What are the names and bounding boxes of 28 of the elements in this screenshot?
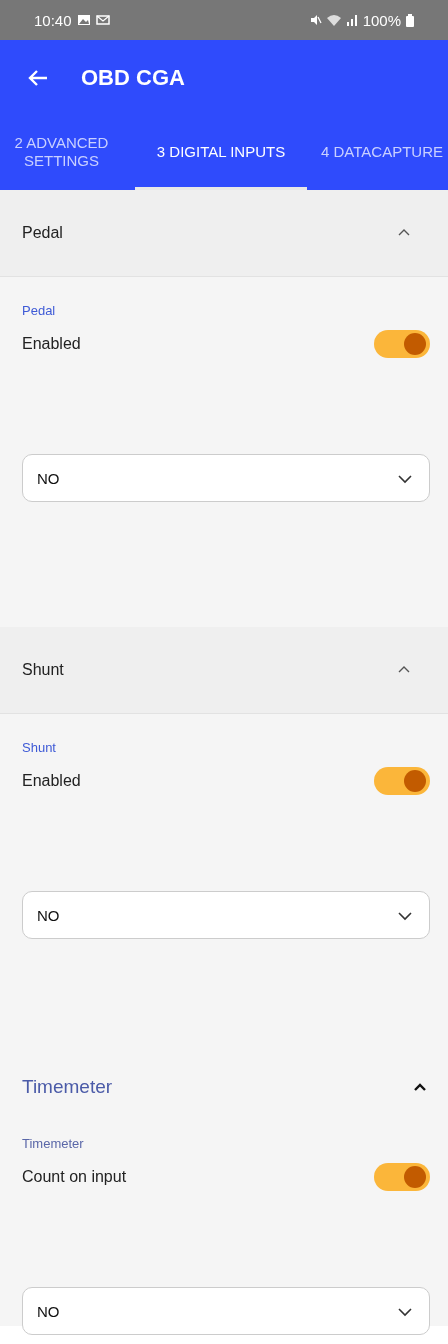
mail-icon (95, 14, 110, 26)
mute-icon (309, 14, 322, 26)
tab[interactable]: 4 DATACAPTURE (307, 116, 448, 190)
toggle-switch[interactable] (374, 767, 430, 795)
battery-percent: 100% (362, 11, 401, 29)
dropdown-field[interactable]: NO (22, 454, 430, 502)
section-title: Timemeter (22, 1076, 113, 1098)
section-header[interactable]: Pedal (0, 190, 448, 277)
section-title: Pedal (22, 224, 63, 242)
dropdown-field[interactable]: NO (22, 1287, 430, 1335)
tab[interactable]: 2 ADVANCED SETTINGS (0, 116, 129, 190)
signal-icon (345, 14, 358, 26)
group-label: Pedal (22, 303, 57, 318)
app-title: OBD CGA (81, 65, 185, 91)
toggle-switch[interactable] (374, 1163, 430, 1191)
switch-label: Count on input (22, 1168, 127, 1186)
section-header[interactable]: Shunt (0, 627, 448, 714)
dropdown-field[interactable]: NO (22, 891, 430, 939)
battery-icon (406, 13, 414, 27)
image-icon (76, 14, 91, 26)
group-label: Timemeter (22, 1136, 85, 1151)
group-label: Shunt (22, 740, 57, 755)
switch-label: Enabled (22, 335, 81, 353)
wifi-icon (326, 14, 341, 26)
toggle-switch[interactable] (374, 330, 430, 358)
section-title: Shunt (22, 661, 64, 679)
status-time: 10:40 (34, 11, 72, 29)
switch-label: Enabled (22, 772, 81, 790)
